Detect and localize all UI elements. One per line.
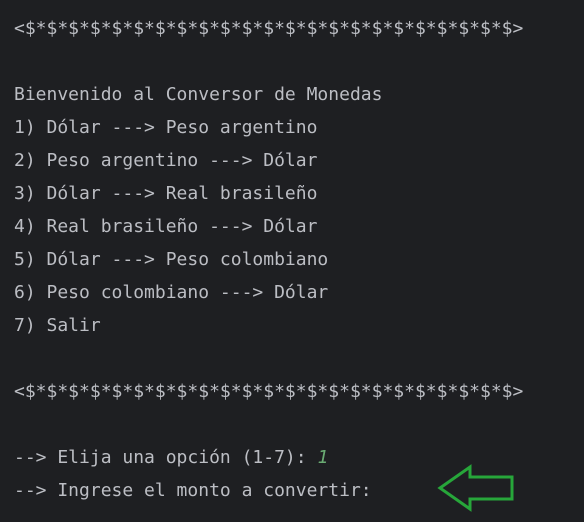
option-input-value: 1 — [317, 447, 329, 468]
separator-bottom: <$*$*$*$*$*$*$*$*$*$*$*$*$*$*$*$*$*$*$*$… — [14, 381, 524, 402]
menu-option-2: 2) Peso argentino ---> Dólar — [14, 150, 318, 171]
menu-option-6: 6) Peso colombiano ---> Dólar — [14, 282, 329, 303]
menu-option-3: 3) Dólar ---> Real brasileño — [14, 183, 318, 204]
menu-option-1: 1) Dólar ---> Peso argentino — [14, 117, 318, 138]
terminal-output[interactable]: <$*$*$*$*$*$*$*$*$*$*$*$*$*$*$*$*$*$*$*$… — [14, 12, 584, 507]
menu-option-5: 5) Dólar ---> Peso colombiano — [14, 249, 329, 270]
welcome-message: Bienvenido al Conversor de Monedas — [14, 84, 383, 105]
separator-top: <$*$*$*$*$*$*$*$*$*$*$*$*$*$*$*$*$*$*$*$… — [14, 18, 524, 39]
menu-option-7: 7) Salir — [14, 315, 101, 336]
arrow-left-icon — [437, 464, 514, 512]
menu-option-4: 4) Real brasileño ---> Dólar — [14, 216, 318, 237]
option-prompt: --> Elija una opción (1-7): — [14, 447, 318, 468]
amount-prompt: --> Ingrese el monto a convertir: — [14, 480, 383, 501]
